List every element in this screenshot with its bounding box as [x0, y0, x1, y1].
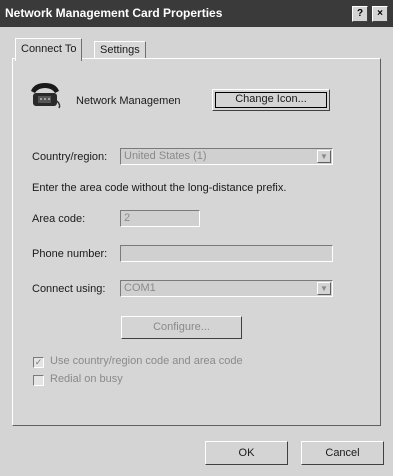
chevron-down-icon[interactable]: ▼ [317, 150, 331, 163]
connect-using-select[interactable]: COM1 ▼ [120, 280, 333, 297]
use-country-label: Use country/region code and area code [50, 355, 243, 367]
country-label: Country/region: [32, 151, 108, 163]
area-code-value: 2 [124, 212, 131, 224]
connection-name: Network Managemen [76, 95, 181, 107]
tab-connect-to[interactable]: Connect To [15, 38, 83, 61]
change-icon-label: Change Icon... [235, 93, 307, 105]
window-title: Network Management Card Properties [5, 6, 223, 20]
close-button[interactable]: × [372, 6, 388, 22]
cancel-label: Cancel [325, 447, 360, 459]
cancel-button[interactable]: Cancel [301, 441, 384, 465]
configure-label: Configure... [153, 321, 210, 333]
connect-using-value: COM1 [124, 282, 156, 294]
help-button[interactable]: ? [352, 6, 368, 22]
country-select[interactable]: United States (1) ▼ [120, 148, 333, 165]
area-code-field[interactable]: 2 [120, 210, 200, 227]
tab-settings[interactable]: Settings [94, 41, 146, 59]
configure-button[interactable]: Configure... [121, 316, 242, 339]
phone-number-label: Phone number: [32, 248, 108, 260]
country-value: United States (1) [124, 150, 207, 162]
title-bar[interactable]: Network Management Card Properties ? × [0, 0, 393, 27]
change-icon-button[interactable]: Change Icon... [212, 89, 330, 111]
area-code-hint: Enter the area code without the long-dis… [32, 182, 287, 194]
tab-label: Settings [100, 44, 140, 56]
tab-panel: Network Managemen Change Icon... Country… [12, 58, 381, 426]
ok-button[interactable]: OK [205, 441, 288, 465]
area-code-label: Area code: [32, 213, 86, 225]
telephone-icon [30, 81, 62, 109]
ok-label: OK [238, 447, 255, 459]
chevron-down-icon[interactable]: ▼ [317, 282, 331, 295]
phone-number-field[interactable] [120, 245, 333, 262]
use-country-checkbox[interactable]: ✓ [33, 357, 44, 368]
tab-label: Connect To [21, 43, 77, 55]
redial-checkbox[interactable] [33, 375, 44, 386]
connect-using-label: Connect using: [32, 283, 106, 295]
redial-label: Redial on busy [50, 373, 123, 385]
